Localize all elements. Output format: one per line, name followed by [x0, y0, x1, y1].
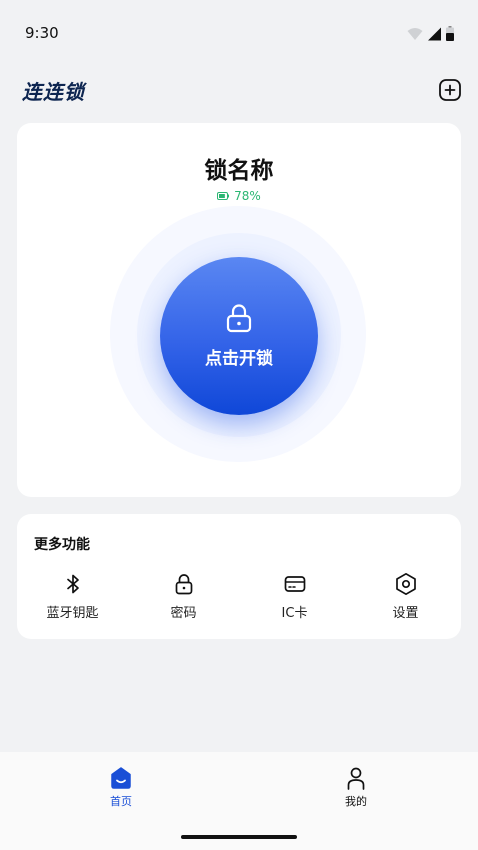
home-icon — [111, 767, 131, 789]
nav-item-profile[interactable]: 我的 — [316, 766, 396, 812]
app-header: 连连锁 — [0, 70, 478, 110]
battery-indicator: 78% — [17, 189, 461, 203]
status-time: 9:30 — [25, 24, 59, 42]
status-icons — [407, 26, 454, 41]
lock-name: 锁名称 — [204, 158, 274, 184]
nav-label-home: 首页 — [110, 795, 132, 808]
wifi-icon — [407, 27, 423, 40]
bluetooth-icon — [67, 574, 79, 594]
app-title: 连连锁 — [22, 80, 85, 104]
nav-label-profile: 我的 — [345, 795, 367, 808]
feature-label: 设置 — [392, 606, 419, 621]
battery-status-icon — [446, 26, 454, 41]
feature-label: 蓝牙钥匙 — [46, 606, 99, 621]
profile-icon — [347, 767, 365, 790]
unlock-label: 点击开锁 — [205, 349, 273, 369]
add-device-button[interactable] — [438, 78, 462, 102]
feature-label: 密码 — [170, 606, 197, 621]
lock-icon — [175, 574, 193, 595]
nav-item-home[interactable]: 首页 — [81, 766, 161, 812]
battery-level: 78% — [234, 189, 261, 203]
feature-ic-card[interactable]: IC卡 — [239, 572, 350, 628]
lock-card: 锁名称 78% 点击开锁 — [17, 123, 461, 497]
feature-bluetooth-key[interactable]: 蓝牙钥匙 — [17, 572, 128, 628]
add-icon — [439, 79, 461, 101]
unlock-button[interactable]: 点击开锁 — [160, 257, 318, 415]
home-indicator[interactable] — [181, 835, 297, 839]
feature-settings[interactable]: 设置 — [350, 572, 461, 628]
more-functions-title: 更多功能 — [34, 537, 90, 553]
feature-label: IC卡 — [281, 606, 308, 621]
feature-password[interactable]: 密码 — [128, 572, 239, 628]
settings-icon — [396, 572, 416, 596]
lock-icon — [226, 304, 252, 333]
more-functions-card: 更多功能 蓝牙钥匙 密码 IC卡 设置 — [17, 514, 461, 639]
card-icon — [284, 576, 306, 592]
status-bar: 9:30 — [0, 0, 478, 64]
signal-icon — [428, 27, 441, 40]
battery-icon — [217, 192, 230, 200]
